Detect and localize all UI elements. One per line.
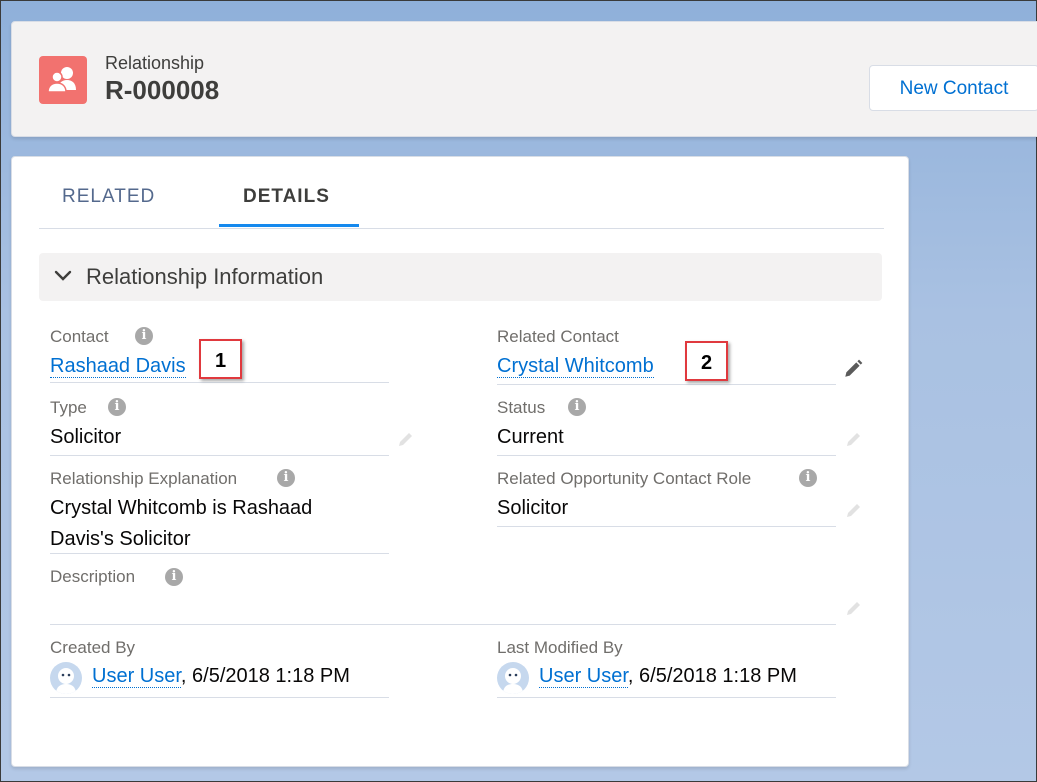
tab-details[interactable]: DETAILS [243, 186, 330, 208]
record-detail-card: RELATED DETAILS Relationship Information… [11, 156, 909, 767]
created-by-timestamp: , 6/5/2018 1:18 PM [180, 665, 350, 687]
type-label: Type [50, 398, 87, 417]
new-contact-button[interactable]: New Contact [869, 65, 1037, 111]
divider [50, 624, 836, 625]
info-icon[interactable] [165, 568, 183, 586]
divider [50, 382, 389, 383]
related-contact-label: Related Contact [497, 327, 619, 346]
user-avatar [50, 662, 82, 694]
contact-value: Rashaad Davis [50, 351, 186, 382]
created-by-user-link[interactable]: User User [92, 665, 181, 688]
last-modified-by-user-link[interactable]: User User [539, 665, 628, 688]
divider [497, 526, 836, 527]
created-by-value: User User, 6/5/2018 1:18 PM [92, 661, 350, 692]
user-avatar [497, 662, 529, 694]
last-modified-by-timestamp: , 6/5/2018 1:18 PM [627, 665, 797, 687]
info-icon[interactable] [108, 398, 126, 416]
record-name: R-000008 [105, 75, 220, 105]
edit-pencil-icon[interactable] [396, 429, 416, 449]
relationship-explanation-line1: Crystal Whitcomb is Rashaad [50, 497, 313, 519]
created-by-label: Created By [50, 638, 136, 657]
callout-2: 2 [685, 341, 728, 381]
edit-pencil-icon[interactable] [844, 429, 864, 449]
divider [50, 455, 389, 456]
info-icon[interactable] [135, 327, 153, 345]
edit-pencil-icon[interactable] [842, 358, 864, 380]
section-header-relationship-information[interactable]: Relationship Information [39, 253, 882, 301]
related-opportunity-contact-role-value: Solicitor [497, 497, 569, 519]
edit-pencil-icon[interactable] [844, 500, 864, 520]
info-icon[interactable] [799, 469, 817, 487]
chevron-down-icon[interactable] [54, 269, 72, 283]
relationship-explanation-label: Relationship Explanation [50, 469, 238, 488]
divider [497, 384, 836, 385]
tab-related[interactable]: RELATED [62, 186, 155, 208]
related-contact-link[interactable]: Crystal Whitcomb [497, 355, 654, 378]
type-value: Solicitor [50, 426, 122, 448]
section-title: Relationship Information [86, 264, 324, 289]
record-header: Relationship R-000008 New Contact [11, 21, 1037, 137]
relationship-icon [39, 56, 87, 104]
status-label: Status [497, 398, 546, 417]
status-value: Current [497, 426, 564, 448]
object-type-label: Relationship [105, 53, 205, 73]
contact-label: Contact [50, 327, 109, 346]
callout-1: 1 [199, 339, 242, 379]
relationship-explanation-line2: Davis's Solicitor [50, 528, 191, 550]
info-icon[interactable] [568, 398, 586, 416]
active-tab-indicator [219, 224, 359, 227]
tab-bar: RELATED DETAILS [39, 157, 884, 229]
divider [497, 455, 836, 456]
related-opportunity-contact-role-label: Related Opportunity Contact Role [497, 469, 752, 488]
last-modified-by-label: Last Modified By [497, 638, 623, 657]
related-contact-value: Crystal Whitcomb [497, 351, 654, 382]
divider [497, 697, 836, 698]
divider [50, 553, 389, 554]
description-label: Description [50, 567, 136, 586]
edit-pencil-icon[interactable] [844, 598, 864, 618]
divider [50, 697, 389, 698]
contact-link[interactable]: Rashaad Davis [50, 355, 186, 378]
info-icon[interactable] [277, 469, 295, 487]
last-modified-by-value: User User, 6/5/2018 1:18 PM [539, 661, 797, 692]
